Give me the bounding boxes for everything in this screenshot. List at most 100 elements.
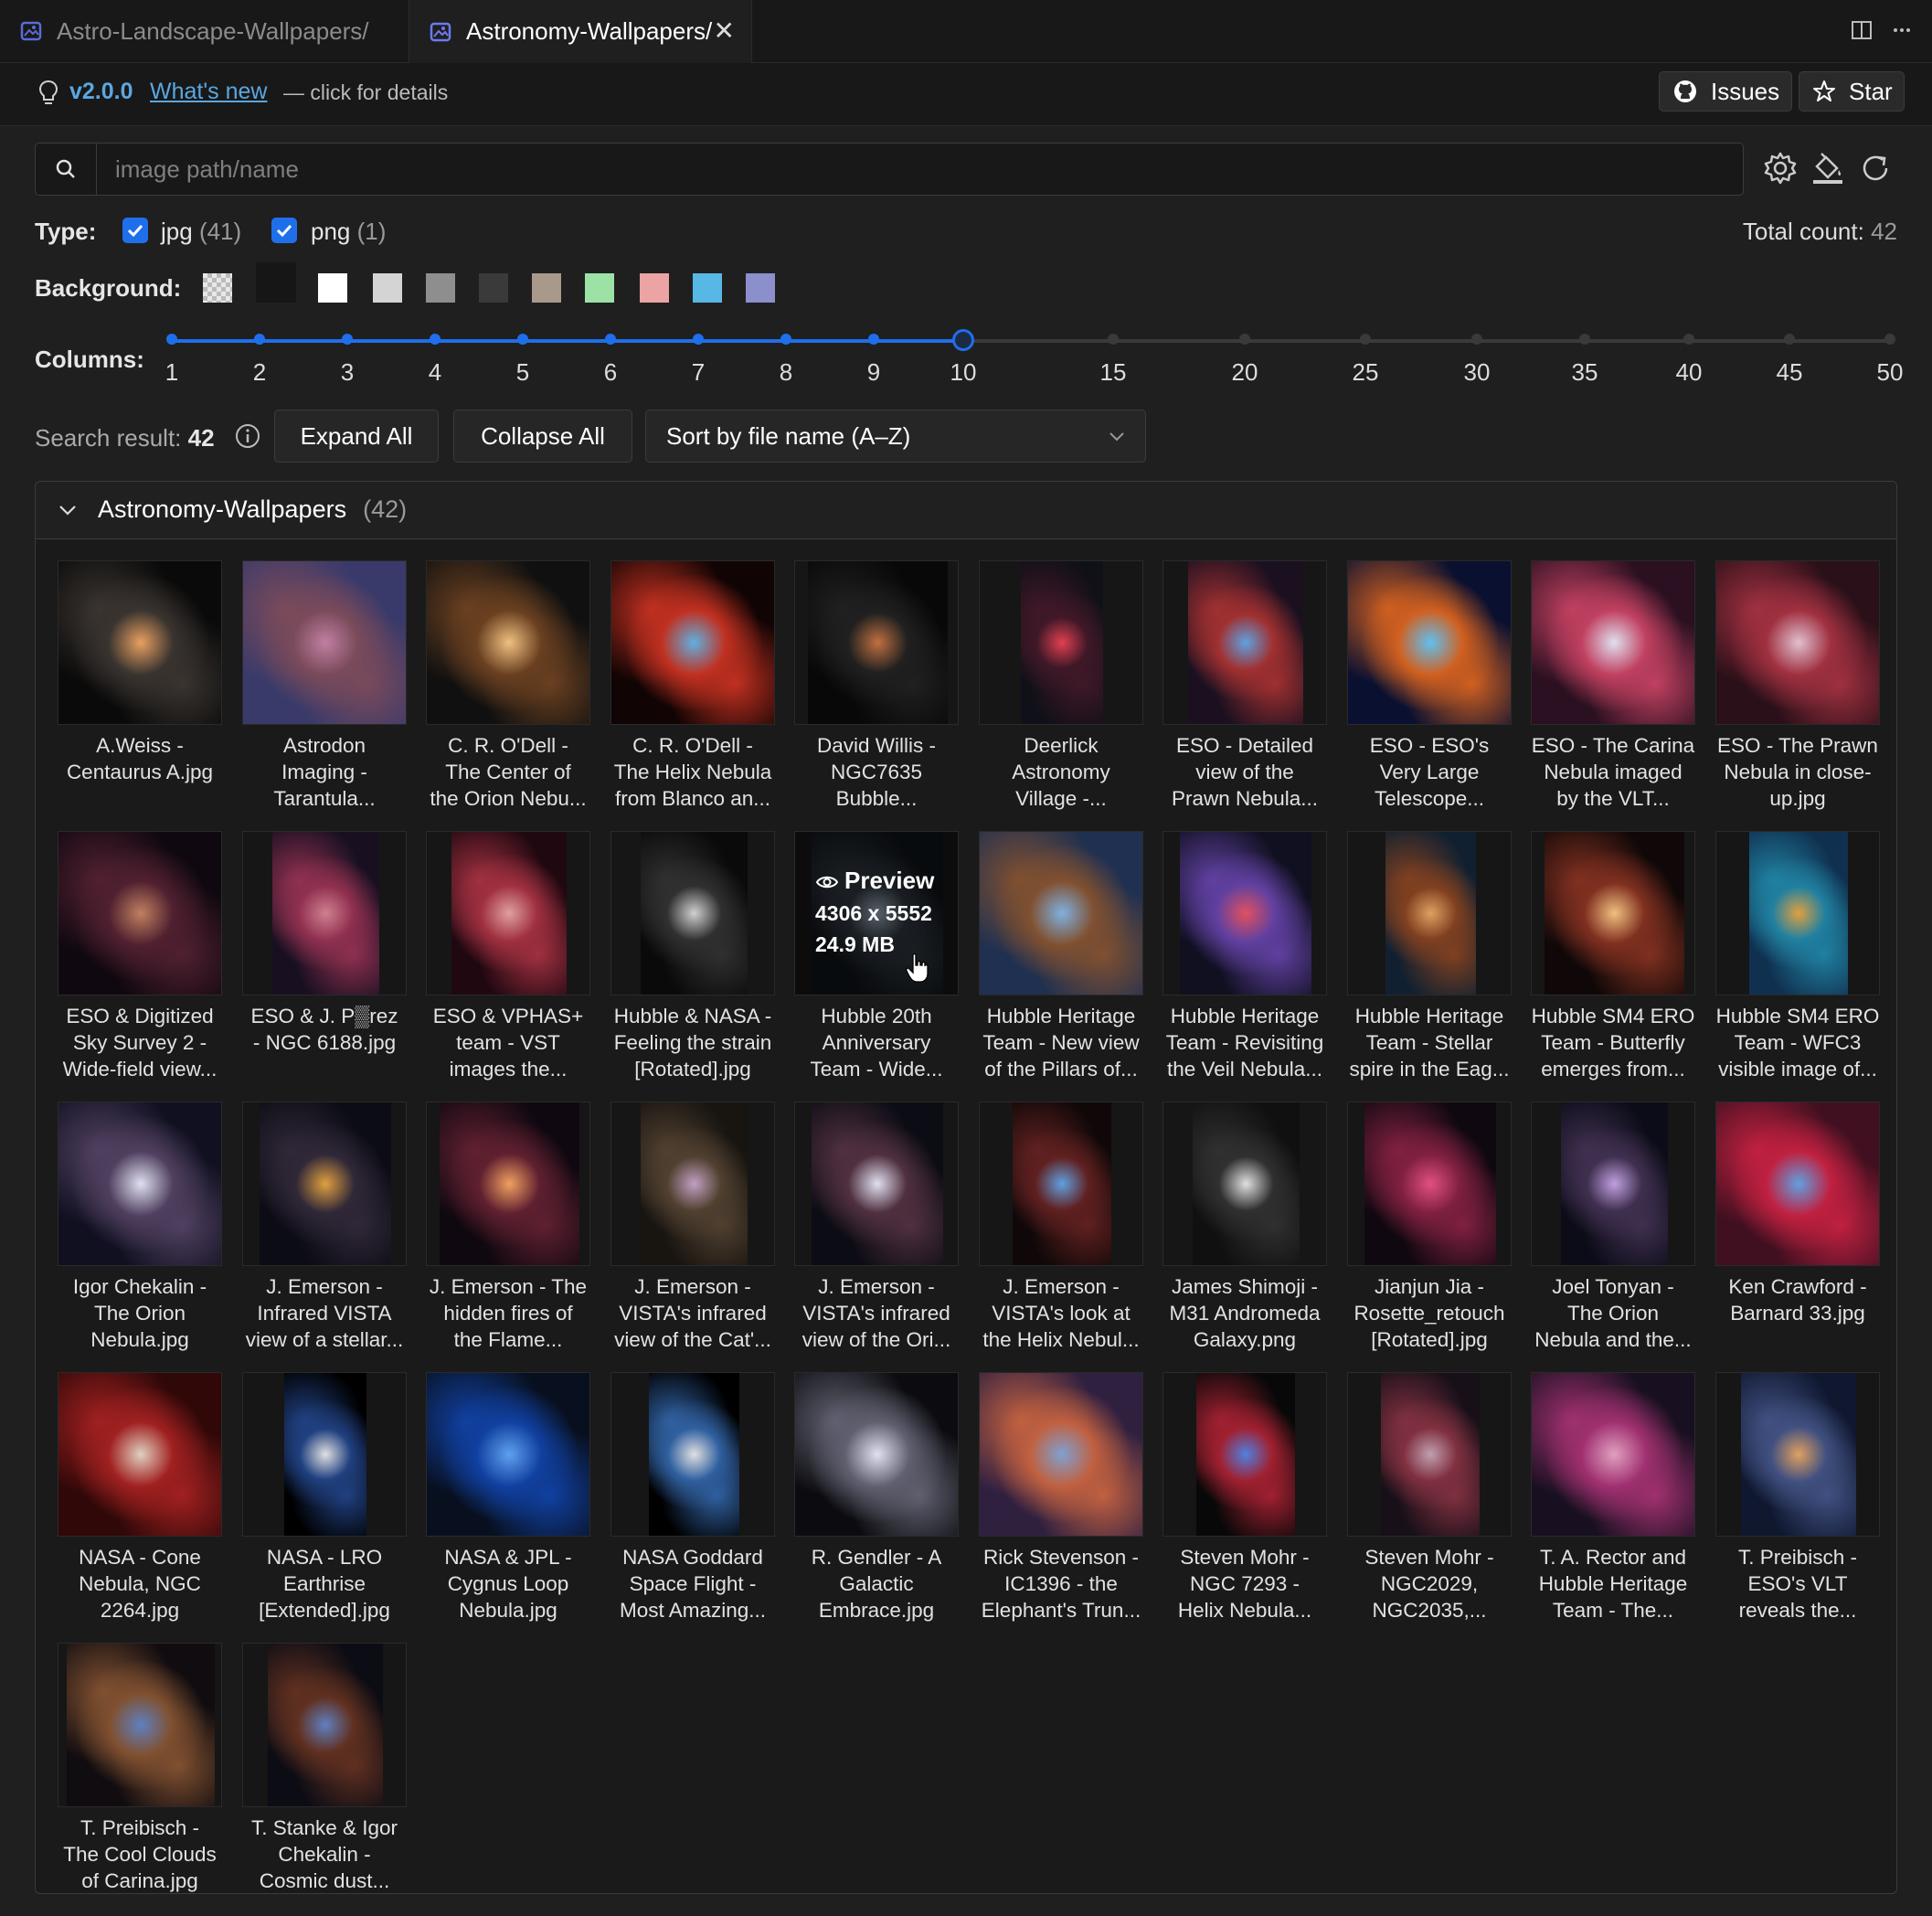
image-thumbnail[interactable] <box>610 1372 775 1537</box>
slider-tick[interactable] <box>1108 334 1119 345</box>
image-card[interactable]: ESO - The Prawn Nebula in close-up.jpg <box>1715 560 1880 825</box>
slider-tick[interactable] <box>254 334 265 345</box>
image-card[interactable]: Hubble Heritage Team - Revisiting the Veil… <box>1162 831 1327 1096</box>
image-card[interactable]: C. R. O'Dell - The Center of the Orion Neb… <box>426 560 590 825</box>
image-thumbnail[interactable] <box>979 560 1143 725</box>
image-thumbnail[interactable] <box>610 831 775 995</box>
image-card[interactable]: J. Emerson - Infrared VISTA view of a stel… <box>242 1102 407 1367</box>
image-thumbnail[interactable] <box>58 1102 222 1266</box>
tab-astro-landscape[interactable]: Astro-Landscape-Wallpapers/ <box>0 0 409 62</box>
image-thumbnail[interactable] <box>1715 1372 1880 1537</box>
tab-astronomy-wallpapers[interactable]: Astronomy-Wallpapers/ ✕ <box>409 0 752 63</box>
image-thumbnail[interactable] <box>1531 1102 1695 1266</box>
image-thumbnail[interactable] <box>242 1643 407 1807</box>
expand-all-button[interactable]: Expand All <box>274 410 439 463</box>
image-card[interactable]: Steven Mohr - NGC2029, NGC2035,... <box>1347 1372 1512 1637</box>
image-thumbnail[interactable] <box>1531 560 1695 725</box>
image-card[interactable]: Igor Chekalin - The Orion Nebula.jpg <box>58 1102 222 1367</box>
issues-button[interactable]: Issues <box>1659 71 1792 112</box>
more-actions-icon[interactable] <box>1888 16 1916 44</box>
background-swatch[interactable] <box>479 273 508 303</box>
image-thumbnail[interactable] <box>426 1102 590 1266</box>
image-thumbnail[interactable] <box>426 560 590 725</box>
image-card[interactable]: ESO - Detailed view of the Prawn Nebula... <box>1162 560 1327 825</box>
slider-tick[interactable] <box>605 334 616 345</box>
image-thumbnail[interactable] <box>58 560 222 725</box>
background-swatch[interactable] <box>532 273 561 303</box>
slider-tick[interactable] <box>868 334 879 345</box>
slider-tick[interactable] <box>1884 334 1895 345</box>
image-card[interactable]: NASA - LRO Earthrise [Extended].jpg <box>242 1372 407 1637</box>
image-thumbnail[interactable] <box>1715 560 1880 725</box>
image-thumbnail[interactable] <box>1162 1102 1327 1266</box>
image-thumbnail[interactable] <box>242 831 407 995</box>
image-thumbnail[interactable] <box>979 1102 1143 1266</box>
image-card[interactable]: NASA & JPL - Cygnus Loop Nebula.jpg <box>426 1372 590 1637</box>
image-card[interactable]: C. R. O'Dell - The Helix Nebula from Blanc… <box>610 560 775 825</box>
background-swatch[interactable] <box>640 273 669 303</box>
image-card[interactable]: NASA Goddard Space Flight - Most Amazing..… <box>610 1372 775 1637</box>
image-card[interactable]: Rick Stevenson - IC1396 - the Elephant's T… <box>979 1372 1143 1637</box>
image-card[interactable]: Hubble Heritage Team - Stellar spire in th… <box>1347 831 1512 1096</box>
background-swatch[interactable] <box>318 273 347 303</box>
whats-new-link[interactable]: What's new <box>150 79 267 105</box>
sort-select[interactable]: Sort by file name (A–Z) <box>645 410 1146 463</box>
background-swatch[interactable] <box>585 273 614 303</box>
image-thumbnail[interactable] <box>1531 1372 1695 1537</box>
background-swatch[interactable] <box>203 273 232 303</box>
image-thumbnail[interactable] <box>794 560 959 725</box>
image-thumbnail[interactable] <box>1162 1372 1327 1537</box>
image-card[interactable]: Hubble & NASA - Feeling the strain [Rotate… <box>610 831 775 1096</box>
image-card[interactable]: J. Emerson - VISTA's look at the Helix Neb… <box>979 1102 1143 1367</box>
slider-tick[interactable] <box>1239 334 1250 345</box>
image-card[interactable]: J. Emerson - The hidden fires of the Flame… <box>426 1102 590 1367</box>
slider-tick[interactable] <box>693 334 704 345</box>
slider-tick[interactable] <box>1471 334 1482 345</box>
background-swatch[interactable] <box>426 273 455 303</box>
image-thumbnail[interactable] <box>1162 831 1327 995</box>
jpg-checkbox[interactable] <box>122 218 148 243</box>
slider-tick[interactable] <box>1360 334 1371 345</box>
image-thumbnail[interactable] <box>58 1643 222 1807</box>
split-editor-icon[interactable] <box>1848 16 1875 44</box>
image-thumbnail[interactable] <box>1715 831 1880 995</box>
slider-tick[interactable] <box>517 334 528 345</box>
image-thumbnail[interactable] <box>242 1102 407 1266</box>
slider-tick[interactable] <box>166 334 177 345</box>
image-card[interactable]: Hubble SM4 ERO Team - WFC3 visible image o… <box>1715 831 1880 1096</box>
slider-tick[interactable] <box>430 334 441 345</box>
paint-bucket-icon[interactable] <box>1810 150 1846 186</box>
image-thumbnail[interactable] <box>794 1102 959 1266</box>
image-thumbnail[interactable] <box>610 1102 775 1266</box>
slider-tick[interactable] <box>1784 334 1795 345</box>
image-thumbnail[interactable] <box>58 1372 222 1537</box>
image-thumbnail[interactable] <box>1347 1372 1512 1537</box>
image-thumbnail[interactable] <box>794 1372 959 1537</box>
slider-tick[interactable] <box>1579 334 1590 345</box>
image-card[interactable]: James Shimoji - M31 Andromeda Galaxy.png <box>1162 1102 1327 1367</box>
background-swatch[interactable] <box>256 262 296 303</box>
background-swatch[interactable] <box>746 273 775 303</box>
image-thumbnail[interactable] <box>58 831 222 995</box>
image-card[interactable]: David Willis - NGC7635 Bubble... <box>794 560 959 825</box>
background-swatch[interactable] <box>373 273 402 303</box>
close-icon[interactable]: ✕ <box>714 18 735 44</box>
image-thumbnail[interactable] <box>610 560 775 725</box>
image-card[interactable]: T. Preibisch - ESO's VLT reveals the... <box>1715 1372 1880 1637</box>
info-icon[interactable] <box>234 422 261 450</box>
image-thumbnail[interactable] <box>1347 831 1512 995</box>
image-card[interactable]: Preview 4306 x 5552 24.9 MB Hubble 20th Anni… <box>794 831 959 1096</box>
star-button[interactable]: Star <box>1799 71 1905 112</box>
image-card[interactable]: ESO & J. P▒rez - NGC 6188.jpg <box>242 831 407 1096</box>
columns-slider-handle[interactable] <box>952 329 974 351</box>
image-card[interactable]: T. A. Rector and Hubble Heritage Team - Th… <box>1531 1372 1695 1637</box>
slider-tick[interactable] <box>780 334 791 345</box>
image-card[interactable]: Steven Mohr - NGC 7293 - Helix Nebula... <box>1162 1372 1327 1637</box>
image-thumbnail[interactable] <box>979 831 1143 995</box>
image-card[interactable]: ESO & VPHAS+ team - VST images the... <box>426 831 590 1096</box>
image-thumbnail[interactable] <box>426 1372 590 1537</box>
refresh-icon[interactable] <box>1857 150 1894 186</box>
image-card[interactable]: ESO - The Carina Nebula imaged by the VLT.… <box>1531 560 1695 825</box>
image-card[interactable]: NASA - Cone Nebula, NGC 2264.jpg <box>58 1372 222 1637</box>
background-swatch[interactable] <box>693 273 722 303</box>
